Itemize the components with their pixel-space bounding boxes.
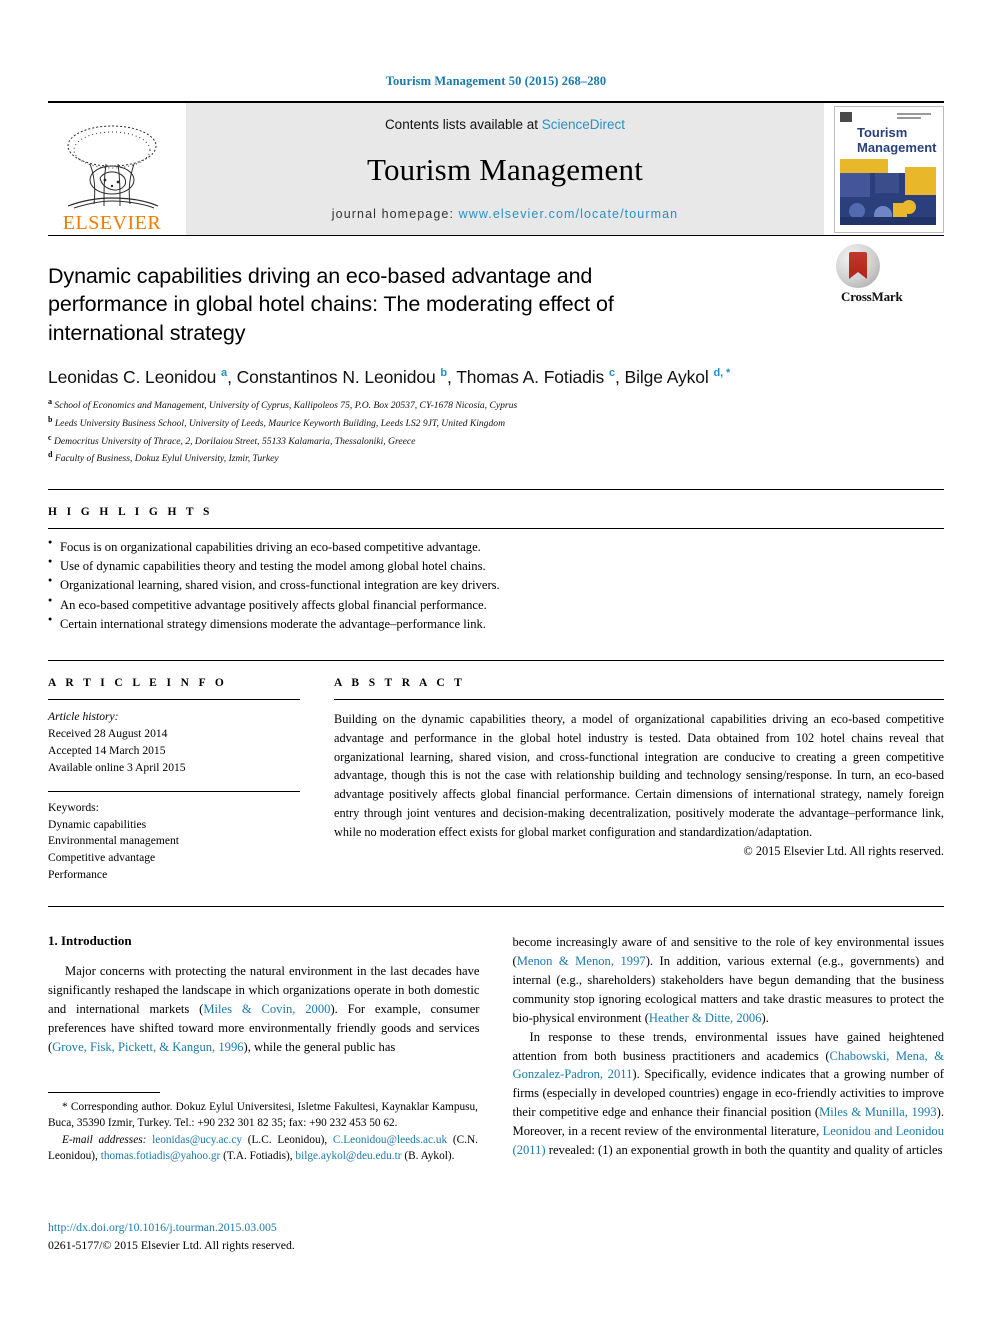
citation-link[interactable]: Miles & Munilla, 1993 [819, 1105, 937, 1119]
crossmark-badge-group[interactable]: CrossMark [836, 244, 944, 304]
issn-copyright-line: 0261-5177/© 2015 Elsevier Ltd. All right… [48, 1238, 295, 1253]
highlights-heading: H I G H L I G H T S [48, 506, 213, 519]
keyword-item: Environmental management [48, 834, 180, 848]
intro-paragraph-right-1: become increasingly aware of and sensiti… [512, 935, 945, 1025]
footnote-rule [48, 1092, 160, 1093]
intro-paragraph-right-2: In response to these trends, environment… [512, 1029, 945, 1157]
corresponding-author-text: * Corresponding author. Dokuz Eylul Univ… [48, 1101, 478, 1130]
doi-link[interactable]: http://dx.doi.org/10.1016/j.tourman.2015… [48, 1218, 478, 1236]
footnote-block: * Corresponding author. Dokuz Eylul Univ… [48, 1092, 478, 1164]
page-title: Dynamic capabilities driving an eco-base… [48, 264, 614, 345]
author-name: Constantinos N. Leonidou [236, 367, 441, 388]
citation-link[interactable]: Heather & Ditte, 2006 [649, 1011, 762, 1025]
highlight-item: An eco-based competitive advantage posit… [48, 595, 944, 615]
abstract-text: Building on the dynamic capabilities the… [334, 711, 944, 839]
article-history-item: Accepted 14 March 2015 [48, 743, 166, 757]
crossmark-icon [836, 244, 880, 288]
corresponding-author-marker: * [62, 1101, 71, 1113]
elsevier-tree-icon [67, 125, 159, 209]
keywords-lines: Dynamic capabilities Environmental manage… [48, 817, 300, 885]
running-head: Tourism Management 50 (2015) 268–280 [385, 74, 607, 88]
journal-title: Tourism Management [366, 151, 644, 187]
highlight-item: Certain international strategy dimension… [48, 614, 944, 634]
svg-text:Management: Management [857, 140, 937, 155]
body-top-rule [48, 906, 944, 908]
email-link[interactable]: leonidas@ucy.ac.cy [152, 1134, 242, 1146]
crossmark-label: CrossMark [841, 289, 903, 305]
keyword-item: Dynamic capabilities [48, 817, 147, 831]
sciencedirect-link[interactable]: ScienceDirect [542, 117, 625, 132]
highlight-item: Use of dynamic capabilities theory and t… [48, 556, 944, 576]
info-abstract-row: A R T I C L E I N F O Article history: R… [48, 659, 944, 884]
journal-cover-thumbnail[interactable]: Tourism Management [834, 105, 944, 233]
affiliation-item: d Faculty of Business, Dokuz Eylul Unive… [48, 450, 279, 465]
highlight-item: Organizational learning, shared vision, … [48, 575, 944, 595]
article-history-item: Received 28 August 2014 [48, 726, 168, 740]
corresponding-author-note: * Corresponding author. Dokuz Eylul Univ… [48, 1099, 478, 1164]
keyword-item: Performance [48, 868, 108, 882]
citation-link[interactable]: Grove, Fisk, Pickett, & Kangun, 1996 [52, 1040, 243, 1054]
journal-masthead: ELSEVIER Contents lists available at Sci… [48, 101, 944, 235]
keywords-label: Keywords: [48, 800, 99, 814]
contents-prefix: Contents lists available at [384, 117, 542, 132]
author-affiliation-mark: b [440, 367, 447, 380]
abstract-column: A B S T R A C T Building on the dynamic … [334, 661, 944, 884]
contents-available-line: Contents lists available at ScienceDirec… [385, 117, 625, 132]
author-name: Bilge Aykol [624, 367, 714, 388]
author-list: Leonidas C. Leonidou a, Constantinos N. … [48, 367, 731, 388]
keyword-item: Competitive advantage [48, 851, 156, 865]
email-addresses-label: E-mail addresses: [62, 1133, 153, 1146]
article-info-heading: A R T I C L E I N F O [48, 676, 228, 689]
doi-block: http://dx.doi.org/10.1016/j.tourman.2015… [48, 1218, 478, 1255]
svg-text:Tourism: Tourism [857, 125, 907, 140]
affiliation-item: a School of Economics and Management, Un… [48, 397, 518, 412]
masthead-center: Contents lists available at ScienceDirec… [186, 103, 824, 235]
email-link[interactable]: bilge.aykol@deu.edu.tr [295, 1150, 401, 1162]
elsevier-logo: ELSEVIER [48, 103, 176, 235]
article-history-block: Article history: Received 28 August 2014… [48, 700, 300, 777]
intro-paragraph-left: Major concerns with protecting the natur… [48, 964, 480, 1054]
citation-link[interactable]: Leonidou and Leonidou (2011) [513, 1124, 945, 1157]
homepage-url-link[interactable]: www.elsevier.com/locate/tourman [459, 207, 679, 221]
article-history-label: Article history: [48, 709, 119, 723]
email-addresses-line: E-mail addresses: leonidas@ucy.ac.cy (L.… [48, 1133, 478, 1162]
abstract-copyright: © 2015 Elsevier Ltd. All rights reserved… [743, 843, 944, 858]
author-affiliation-mark: c [608, 367, 615, 380]
journal-cover-image: Tourism Management [835, 106, 941, 230]
article-history-lines: Received 28 August 2014 Accepted 14 March… [48, 726, 300, 777]
article-history-item: Available online 3 April 2015 [48, 760, 186, 774]
email-link[interactable]: C.Leonidou@leeds.ac.uk [333, 1134, 447, 1146]
author-affiliation-mark: d, * [713, 367, 731, 380]
citation-link[interactable]: Chabowski, Mena, & Gonzalez-Padron, 2011 [513, 1049, 945, 1082]
homepage-prefix: journal homepage: [331, 207, 459, 221]
journal-homepage-line: journal homepage: www.elsevier.com/locat… [332, 207, 678, 221]
affiliation-list: a School of Economics and Management, Un… [48, 396, 944, 467]
article-info-column: A R T I C L E I N F O Article history: R… [48, 661, 300, 884]
affiliation-item: b Leeds University Business School, Univ… [48, 414, 505, 430]
citation-link[interactable]: Miles & Covin, 2000 [203, 1002, 330, 1016]
citation-link[interactable]: Menon & Menon, 1997 [517, 954, 646, 968]
body-column-right: become increasingly aware of and sensiti… [513, 933, 945, 1160]
keywords-block: Keywords: Dynamic capabilities Environmen… [48, 792, 300, 885]
highlights-section: H I G H L I G H T S Focus is on organiza… [48, 490, 944, 634]
article-page: Tourism Management 50 (2015) 268–280 ELS… [0, 0, 992, 1323]
highlights-list: Focus is on organizational capabilities … [48, 529, 944, 634]
author-affiliation-mark: a [221, 367, 228, 380]
author-name: Thomas A. Fotiadis [456, 367, 609, 388]
author-name: Leonidas C. Leonidou [48, 367, 222, 388]
highlight-item: Focus is on organizational capabilities … [48, 537, 944, 557]
abstract-heading: A B S T R A C T [334, 676, 466, 689]
introduction-heading: 1. Introduction [48, 933, 132, 949]
elsevier-wordmark: ELSEVIER [62, 212, 162, 234]
title-area: CrossMark Dynamic capabilities driving a… [48, 236, 944, 467]
email-link[interactable]: thomas.fotiadis@yahoo.gr [101, 1150, 221, 1162]
affiliation-item: c Democritus University of Thrace, 2, Do… [48, 432, 416, 447]
